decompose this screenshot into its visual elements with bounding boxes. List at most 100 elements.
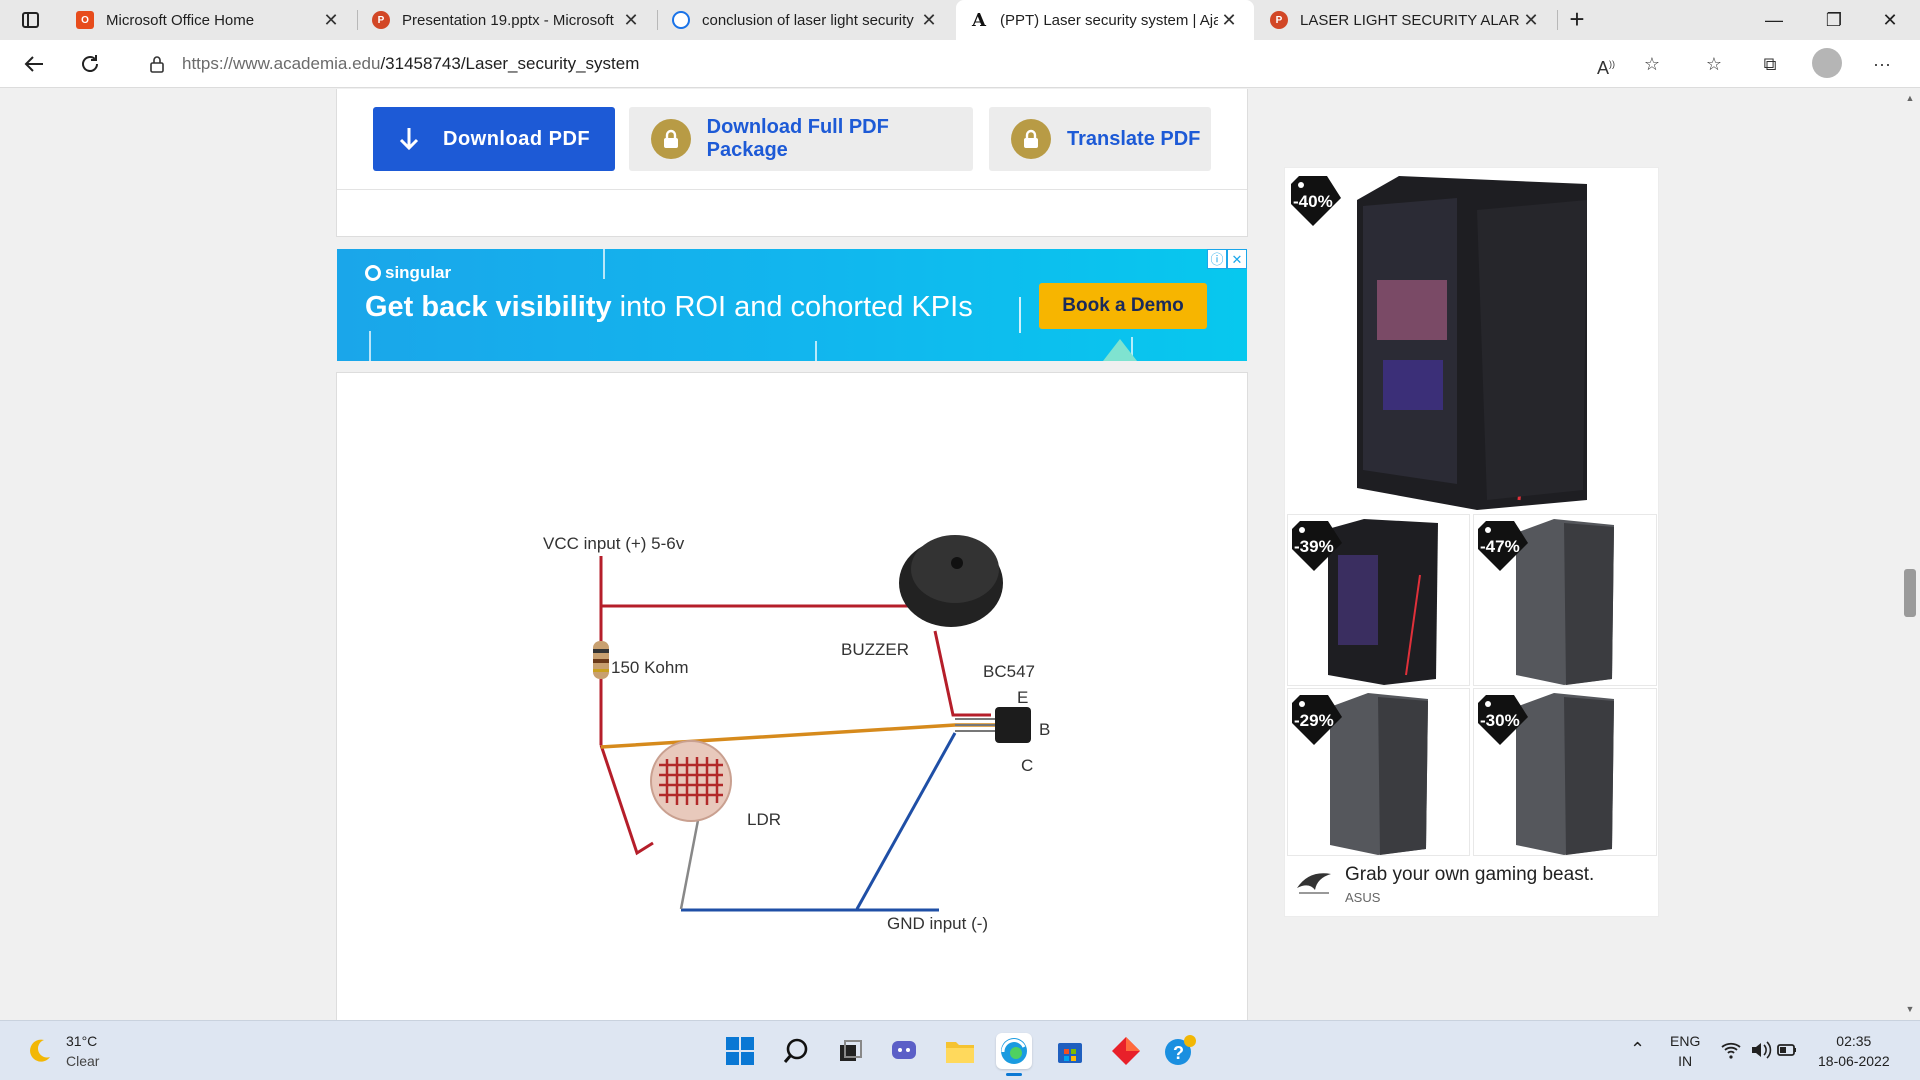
start-button[interactable] bbox=[722, 1033, 758, 1069]
discount-text: -39% bbox=[1294, 537, 1334, 556]
tab-strip: O Microsoft Office Home ✕ P Presentation… bbox=[0, 0, 1920, 40]
translate-pdf-button[interactable]: Translate PDF bbox=[989, 107, 1211, 171]
ad-tagline: Grab your own gaming beast. bbox=[1345, 864, 1595, 885]
ad-footer[interactable]: Grab your own gaming beast. ASUS bbox=[1285, 856, 1658, 916]
chat-button[interactable] bbox=[886, 1033, 922, 1069]
profile-avatar[interactable] bbox=[1812, 48, 1842, 78]
ad-info-icon[interactable]: ⓘ bbox=[1207, 249, 1227, 269]
download-package-button[interactable]: Download Full PDF Package bbox=[629, 107, 973, 171]
ldr-label: LDR bbox=[747, 810, 781, 829]
weather-condition: Clear bbox=[66, 1053, 100, 1069]
wire-blue-collector bbox=[855, 732, 957, 910]
vertical-scrollbar[interactable]: ▲ ▼ bbox=[1900, 89, 1920, 1020]
system-tray-icons bbox=[1721, 1041, 1796, 1059]
transistor-leads bbox=[955, 718, 997, 732]
search-icon bbox=[783, 1038, 808, 1063]
resistor-band bbox=[593, 669, 609, 672]
show-hidden-icons[interactable]: ⌃ bbox=[1630, 1039, 1645, 1059]
minimize-button[interactable]: — bbox=[1746, 0, 1802, 40]
product-tile[interactable]: -47% bbox=[1473, 514, 1657, 686]
download-package-label: Download Full PDF Package bbox=[706, 116, 889, 161]
diamond-app-icon bbox=[1112, 1037, 1140, 1065]
vcc-label: VCC input (+) 5-6v bbox=[543, 534, 685, 553]
product-ad[interactable]: ⓘ ✕ -40% - bbox=[1284, 167, 1659, 917]
tab-search[interactable]: conclusion of laser light security ✕ bbox=[658, 0, 954, 40]
tab-actions-button[interactable] bbox=[12, 8, 48, 32]
transistor-body bbox=[995, 707, 1031, 743]
scroll-down-icon[interactable]: ▼ bbox=[1904, 1004, 1916, 1016]
discount-badge: -39% bbox=[1292, 521, 1342, 571]
tab-laser-security[interactable]: A (PPT) Laser security system | Ajay ✕ bbox=[956, 0, 1254, 40]
tab-close-icon[interactable]: ✕ bbox=[1218, 10, 1240, 31]
windows-logo-icon bbox=[726, 1037, 754, 1065]
discount-badge: -47% bbox=[1478, 521, 1528, 571]
restore-button[interactable]: ❐ bbox=[1806, 0, 1862, 40]
padlock-icon bbox=[651, 119, 691, 159]
wire-red-vcc bbox=[599, 556, 937, 608]
store-icon bbox=[1058, 1043, 1082, 1063]
tab-laser-alarm[interactable]: P LASER LIGHT SECURITY ALARM.p ✕ bbox=[1256, 0, 1556, 40]
document-page: VCC input (+) 5-6v BUZZER BC547 E B C 15… bbox=[336, 372, 1248, 1020]
edge-button[interactable] bbox=[996, 1033, 1032, 1076]
svg-text:?: ? bbox=[1173, 1043, 1184, 1063]
product-tile-main[interactable]: -40% bbox=[1287, 170, 1656, 513]
tab-close-icon[interactable]: ✕ bbox=[320, 10, 342, 31]
banner-ad[interactable]: singular Get back visibility into ROI an… bbox=[337, 249, 1247, 361]
scroll-up-icon[interactable]: ▲ bbox=[1904, 93, 1916, 105]
more-menu-icon[interactable]: ··· bbox=[1870, 52, 1894, 76]
help-icon: ? bbox=[1165, 1035, 1196, 1065]
search-taskbar-button[interactable] bbox=[778, 1033, 814, 1069]
tab-office-home[interactable]: O Microsoft Office Home ✕ bbox=[62, 0, 356, 40]
tab-presentation[interactable]: P Presentation 19.pptx - Microsoft ✕ bbox=[358, 0, 656, 40]
tab-title: Presentation 19.pptx - Microsoft bbox=[402, 11, 614, 29]
clock[interactable]: 02:35 18-06-2022 bbox=[1818, 1031, 1890, 1071]
scroll-thumb[interactable] bbox=[1904, 569, 1916, 617]
url-text: https://www.academia.edu/31458743/Laser_… bbox=[182, 54, 639, 74]
product-tile[interactable]: -39% bbox=[1287, 514, 1470, 686]
tab-close-icon[interactable]: ✕ bbox=[620, 10, 642, 31]
singular-logo: singular bbox=[365, 263, 451, 283]
network-sound-battery[interactable] bbox=[1720, 1039, 1800, 1066]
close-window-button[interactable]: ✕ bbox=[1862, 0, 1918, 40]
download-pdf-button[interactable]: Download PDF bbox=[373, 107, 615, 171]
help-button[interactable]: ? bbox=[1162, 1033, 1198, 1069]
gnd-label: GND input (-) bbox=[887, 914, 988, 933]
input-language[interactable]: ENG IN bbox=[1670, 1031, 1700, 1071]
weather-widget[interactable]: 31°C Clear bbox=[26, 1031, 99, 1071]
folder-icon bbox=[946, 1042, 974, 1063]
wire-orange-base bbox=[600, 723, 997, 749]
refresh-button[interactable] bbox=[74, 48, 106, 80]
transistor-label: BC547 bbox=[983, 662, 1035, 681]
product-tile[interactable]: -29% bbox=[1287, 688, 1470, 856]
tab-close-icon[interactable]: ✕ bbox=[918, 10, 940, 31]
region-code: IN bbox=[1678, 1053, 1693, 1069]
back-button[interactable] bbox=[18, 48, 50, 80]
new-tab-button[interactable]: + bbox=[1562, 4, 1592, 34]
discount-badge: -30% bbox=[1478, 695, 1528, 745]
padlock-icon bbox=[1011, 119, 1051, 159]
edge-icon bbox=[1001, 1038, 1027, 1064]
translate-pdf-label: Translate PDF bbox=[1067, 127, 1201, 150]
favorites-icon[interactable]: ☆ bbox=[1702, 52, 1726, 76]
product-tile[interactable]: -30% bbox=[1473, 688, 1657, 856]
collections-icon[interactable]: ⧉ bbox=[1758, 52, 1782, 76]
book-demo-button[interactable]: Book a Demo bbox=[1039, 283, 1207, 329]
file-explorer-button[interactable] bbox=[942, 1033, 978, 1069]
tab-title: LASER LIGHT SECURITY ALARM.p bbox=[1300, 11, 1520, 29]
address-bar[interactable]: https://www.academia.edu/31458743/Laser_… bbox=[124, 46, 1700, 82]
ad-close-icon[interactable]: ✕ bbox=[1227, 249, 1247, 269]
read-aloud-icon[interactable]: A)) bbox=[1594, 52, 1618, 78]
decor-line bbox=[369, 331, 371, 361]
discount-badge: -29% bbox=[1292, 695, 1342, 745]
store-button[interactable] bbox=[1052, 1033, 1088, 1069]
tab-close-icon[interactable]: ✕ bbox=[1520, 10, 1542, 31]
tab-title: Microsoft Office Home bbox=[106, 11, 255, 29]
refresh-icon bbox=[82, 55, 98, 72]
tab-actions-icon bbox=[22, 12, 39, 28]
ad-choices[interactable]: ⓘ ✕ bbox=[1207, 249, 1247, 269]
task-view-button[interactable] bbox=[832, 1033, 868, 1069]
app-button[interactable] bbox=[1108, 1033, 1144, 1069]
powerpoint-icon: P bbox=[1270, 11, 1288, 29]
add-favorite-icon[interactable]: ☆ bbox=[1640, 52, 1664, 76]
decor-line bbox=[603, 249, 605, 279]
